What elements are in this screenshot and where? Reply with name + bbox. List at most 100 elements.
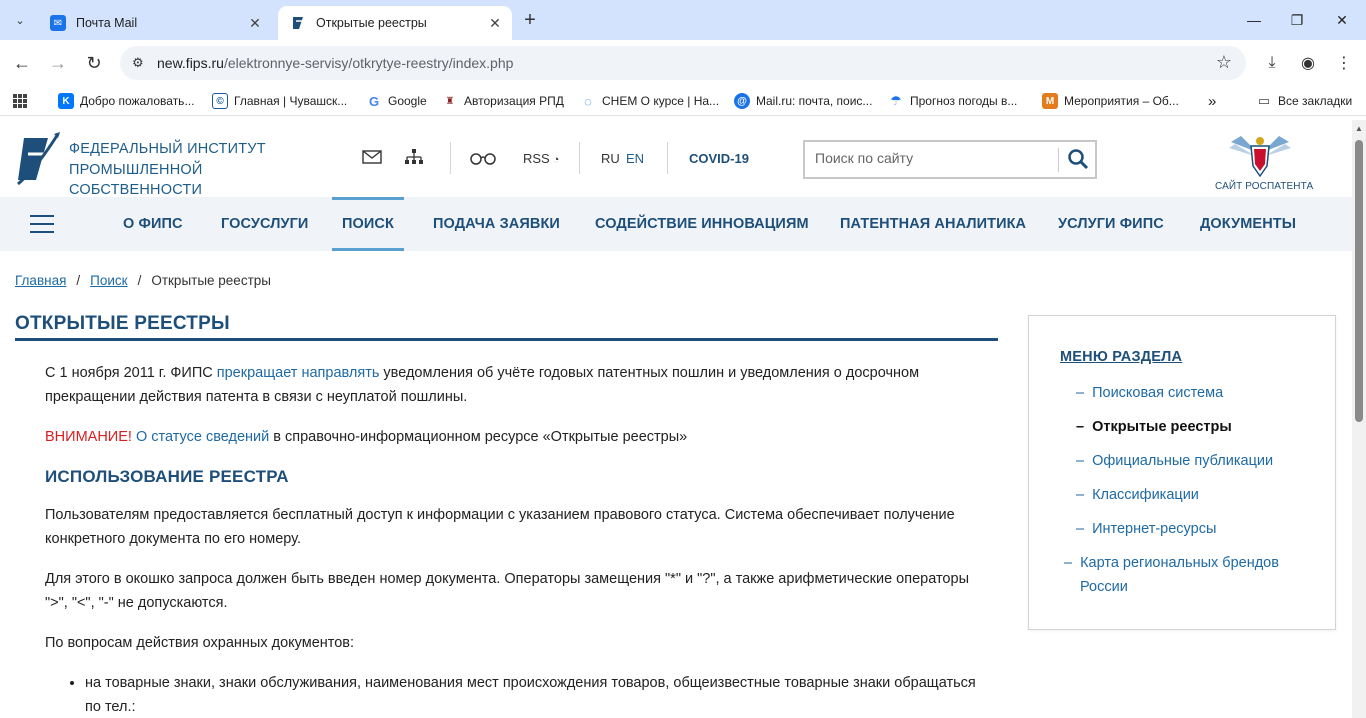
bookmark-item[interactable]: ☂ Прогноз погоды в... <box>888 92 1017 110</box>
nav-item-about[interactable]: О ФИПС <box>123 197 183 251</box>
close-tab-icon[interactable]: ✕ <box>486 14 504 32</box>
hamburger-menu-icon[interactable] <box>30 215 54 233</box>
warning-paragraph: ВНИМАНИЕ! О статусе сведений в справочно… <box>45 429 688 445</box>
contacts-list: на товарные знаки, знаки обслуживания, н… <box>85 671 995 718</box>
loading-icon: ◌ <box>580 93 596 109</box>
back-arrow-icon[interactable]: ← <box>10 51 34 75</box>
bookmarks-bar: K Добро пожаловать... © Главная | Чувашск.… <box>0 86 1366 116</box>
section-heading: ИСПОЛЬЗОВАНИЕ РЕЕСТРА <box>45 467 289 486</box>
side-item-internet-resources[interactable]: – Интернет-ресурсы <box>1076 517 1316 541</box>
header-divider <box>667 142 668 174</box>
bookmark-item[interactable]: M Мероприятия – Об... <box>1042 92 1179 110</box>
side-item-classifications[interactable]: – Классификации <box>1076 483 1316 507</box>
close-tab-icon[interactable]: ✕ <box>246 14 264 32</box>
site-header: ФЕДЕРАЛЬНЫЙ ИНСТИТУТ ПРОМЫШЛЕННОЙ СОБСТВ… <box>0 120 1352 198</box>
folder-icon: ▭ <box>1256 93 1272 109</box>
new-tab-plus-icon[interactable]: + <box>518 8 542 32</box>
apps-grid-icon[interactable] <box>12 92 28 110</box>
search-divider <box>1058 148 1059 172</box>
more-bookmarks-chevron-icon[interactable]: » <box>1208 92 1216 110</box>
breadcrumb-separator: / <box>137 273 142 288</box>
fips-favicon-icon <box>290 15 306 31</box>
page-scrollbar[interactable]: ▲ <box>1352 120 1366 718</box>
scroll-up-arrow-icon[interactable]: ▲ <box>1355 124 1363 133</box>
bookmark-item[interactable]: @ Mail.ru: почта, поис... <box>734 92 872 110</box>
site-info-icon[interactable]: ⚙ <box>132 55 144 71</box>
nav-item-application[interactable]: ПОДАЧА ЗАЯВКИ <box>433 197 560 251</box>
fips-logo-icon[interactable] <box>14 132 62 188</box>
rss-icon: ◔ <box>549 154 560 166</box>
window-close-icon[interactable]: ✕ <box>1330 8 1354 32</box>
stop-sending-link[interactable]: прекращает направлять <box>217 365 380 381</box>
bookmark-star-icon[interactable]: ☆ <box>1216 52 1232 73</box>
main-navigation: О ФИПС ГОСУСЛУГИ ПОИСК ПОДАЧА ЗАЯВКИ СОД… <box>0 197 1352 251</box>
rss-link[interactable]: RSS ◔ <box>523 151 559 166</box>
search-icon[interactable] <box>1067 148 1089 170</box>
profile-icon[interactable]: ◉ <box>1296 51 1320 75</box>
forward-arrow-icon[interactable]: → <box>46 51 70 75</box>
page-title: ОТКРЫТЫЕ РЕЕСТРЫ <box>15 313 230 334</box>
nav-item-innovation[interactable]: СОДЕЙСТВИЕ ИННОВАЦИЯМ <box>595 197 809 251</box>
vk-icon: K <box>58 93 74 109</box>
scrollbar-thumb[interactable] <box>1355 140 1363 422</box>
tab-title: Открытые реестры <box>316 16 427 30</box>
side-item-open-registers[interactable]: – Открытые реестры <box>1076 415 1316 439</box>
section-menu: МЕНЮ РАЗДЕЛА – Поисковая система – Открыты… <box>1028 315 1336 630</box>
breadcrumb: Главная / Поиск / Открытые реестры <box>15 273 271 288</box>
title-underline <box>15 338 998 341</box>
all-bookmarks[interactable]: ▭ Все закладки <box>1256 92 1352 110</box>
nav-item-search[interactable]: ПОИСК <box>332 197 404 251</box>
google-icon: G <box>366 93 382 109</box>
nav-item-patent-analytics[interactable]: ПАТЕНТНАЯ АНАЛИТИКА <box>840 197 1026 251</box>
bookmark-item[interactable]: G Google <box>366 92 427 110</box>
status-info-link[interactable]: О статусе сведений <box>136 429 269 445</box>
main-content: С 1 ноября 2011 г. ФИПС прекращает напра… <box>45 361 995 718</box>
bookmark-item[interactable]: ♜ Авторизация РПД <box>442 92 564 110</box>
rospatent-link[interactable]: САЙТ РОСПАТЕНТА <box>1215 181 1313 192</box>
header-divider <box>579 142 580 174</box>
covid-link[interactable]: COVID-19 <box>689 151 749 166</box>
nav-item-gosuslugi[interactable]: ГОСУСЛУГИ <box>221 197 308 251</box>
download-icon[interactable]: ⤓ <box>1260 51 1284 75</box>
access-paragraph: Пользователям предоставляется бесплатный… <box>45 507 955 547</box>
header-divider <box>450 142 451 174</box>
tab-mail[interactable]: ✉ Почта Mail ✕ <box>38 6 272 40</box>
nav-item-services[interactable]: УСЛУГИ ФИПС <box>1058 197 1164 251</box>
more-menu-icon[interactable]: ⋮ <box>1332 51 1356 75</box>
contacts-paragraph: По вопросам действия охранных документов… <box>45 635 355 651</box>
minimize-icon[interactable]: — <box>1242 8 1266 32</box>
crest-icon: ♜ <box>442 93 458 109</box>
events-icon: M <box>1042 93 1058 109</box>
side-item-regional-brands[interactable]: – Карта региональных брендов России <box>1064 551 1312 599</box>
section-menu-title[interactable]: МЕНЮ РАЗДЕЛА <box>1060 349 1182 365</box>
tab-open-registers[interactable]: Открытые реестры ✕ <box>278 6 512 40</box>
envelope-icon[interactable] <box>362 149 382 169</box>
warning-label: ВНИМАНИЕ! <box>45 429 132 445</box>
browser-toolbar: ← → ↻ ⚙ new.fips.ru/elektronnye-servisy/… <box>0 40 1366 86</box>
tab-title: Почта Mail <box>76 16 138 30</box>
sitemap-icon[interactable] <box>405 149 423 169</box>
accessibility-glasses-icon[interactable] <box>470 151 496 169</box>
browser-tab-strip: ⌄ ✉ Почта Mail ✕ Открытые реестры ✕ + — … <box>0 0 1366 40</box>
breadcrumb-current: Открытые реестры <box>151 273 271 288</box>
bookmark-item[interactable]: K Добро пожаловать... <box>58 92 194 110</box>
breadcrumb-home[interactable]: Главная <box>15 273 66 288</box>
rospatent-emblem-icon[interactable] <box>1227 132 1293 178</box>
url-text[interactable]: new.fips.ru/elektronnye-servisy/otkrytye… <box>157 55 513 71</box>
side-item-publications[interactable]: – Официальные публикации <box>1076 449 1316 473</box>
bookmark-item[interactable]: © Главная | Чувашск... <box>212 92 347 110</box>
side-item-search-system[interactable]: – Поисковая система <box>1076 381 1316 405</box>
mail-favicon-icon: ✉ <box>50 15 66 31</box>
address-bar[interactable]: ⚙ new.fips.ru/elektronnye-servisy/otkryt… <box>120 46 1246 80</box>
breadcrumb-search[interactable]: Поиск <box>90 273 127 288</box>
bookmark-item[interactable]: ◌ CHEM О курсе | На... <box>580 92 719 110</box>
reload-icon[interactable]: ↻ <box>82 51 106 75</box>
org-name[interactable]: ФЕДЕРАЛЬНЫЙ ИНСТИТУТ ПРОМЫШЛЕННОЙ СОБСТВ… <box>69 139 266 201</box>
site-search-input[interactable] <box>815 150 1051 166</box>
lang-en[interactable]: EN <box>626 151 644 166</box>
list-item: на товарные знаки, знаки обслуживания, н… <box>85 671 995 718</box>
lang-ru[interactable]: RU <box>601 151 620 166</box>
tab-search-chevron-icon[interactable]: ⌄ <box>8 8 32 32</box>
nav-item-documents[interactable]: ДОКУМЕНТЫ <box>1200 197 1296 251</box>
restore-icon[interactable]: ❐ <box>1285 8 1309 32</box>
